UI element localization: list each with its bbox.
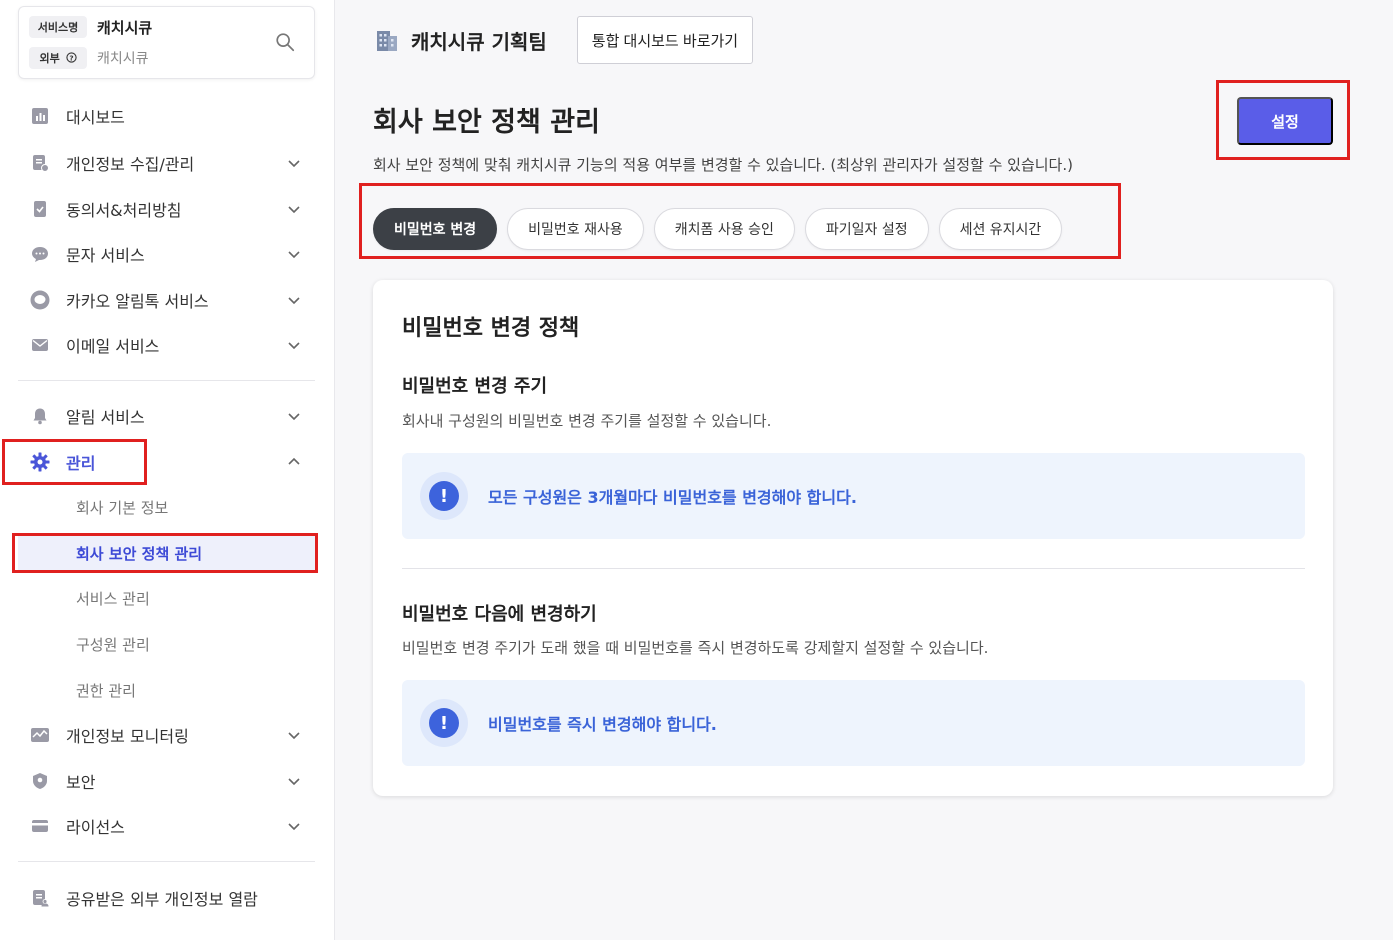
- sidebar-item-label: 라이선스: [66, 818, 125, 837]
- sidebar-subitem-company-info[interactable]: 회사 기본 정보: [18, 490, 315, 524]
- app: 서비스명 캐치시큐 외부 ? 캐치시큐 대시보드 개인정보 수집/관리 동의서&…: [0, 0, 1393, 940]
- topbar: 캐치시큐 기획팀 통합 대시보드 바로가기: [373, 16, 754, 64]
- sidebar-item-label: 카카오 알림톡 서비스: [66, 292, 209, 311]
- chevron-down-icon: [288, 823, 300, 831]
- main-content: 캐치시큐 기획팀 통합 대시보드 바로가기 회사 보안 정책 관리 회사 보안 …: [335, 0, 1393, 940]
- chevron-down-icon: [288, 413, 300, 421]
- tab-catchform-approval[interactable]: 캐치폼 사용 승인: [653, 208, 795, 250]
- sidebar-item-alarm[interactable]: 알림 서비스: [18, 396, 315, 436]
- chat-bubble-icon: [30, 244, 50, 264]
- sidebar-item-manage[interactable]: 관리: [18, 442, 315, 482]
- info-text-change-later: 비밀번호를 즉시 변경해야 합니다.: [488, 715, 717, 734]
- card-icon: [30, 816, 50, 836]
- search-icon[interactable]: [274, 31, 296, 53]
- section-desc-change-cycle: 회사내 구성원의 비밀번호 변경 주기를 설정할 수 있습니다.: [402, 412, 772, 430]
- kakao-talk-icon: [30, 290, 50, 310]
- dashboard-shortcut-button[interactable]: 통합 대시보드 바로가기: [576, 16, 754, 64]
- chevron-down-icon: [288, 732, 300, 740]
- card-title: 비밀번호 변경 정책: [402, 316, 580, 341]
- chevron-down-icon: [288, 342, 300, 350]
- tab-session-timeout[interactable]: 세션 유지시간: [938, 208, 1063, 250]
- mail-icon: [30, 335, 50, 355]
- sidebar-item-label: 문자 서비스: [66, 246, 145, 265]
- chevron-down-icon: [288, 297, 300, 305]
- sidebar-item-license[interactable]: 라이선스: [18, 806, 315, 846]
- service-scope-row: 외부 ? 캐치시큐: [29, 47, 149, 69]
- svg-text:?: ?: [69, 53, 73, 62]
- chevron-down-icon: [288, 251, 300, 259]
- info-icon-glyph: !: [429, 481, 459, 511]
- service-scope-label: 외부: [39, 52, 60, 65]
- sidebar-item-email[interactable]: 이메일 서비스: [18, 325, 315, 365]
- sidebar-item-label: 동의서&처리방침: [66, 201, 182, 220]
- tab-password-change[interactable]: 비밀번호 변경: [373, 208, 498, 250]
- chevron-down-icon: [288, 160, 300, 168]
- service-scope-tag: 외부 ?: [29, 47, 87, 69]
- sidebar-item-security[interactable]: 보안: [18, 761, 315, 801]
- sidebar-item-monitoring[interactable]: 개인정보 모니터링: [18, 715, 315, 755]
- sidebar: 서비스명 캐치시큐 외부 ? 캐치시큐 대시보드 개인정보 수집/관리 동의서&…: [0, 0, 335, 940]
- service-sub: 캐치시큐: [97, 51, 149, 67]
- sidebar-item-dashboard[interactable]: 대시보드: [18, 96, 315, 136]
- info-text-change-cycle: 모든 구성원은 3개월마다 비밀번호를 변경해야 합니다.: [488, 488, 857, 507]
- team-name: 캐치시큐 기획팀: [411, 29, 547, 54]
- exclamation-icon: !: [420, 472, 468, 520]
- sidebar-item-consent[interactable]: 동의서&처리방침: [18, 189, 315, 229]
- sidebar-item-shared[interactable]: 공유받은 외부 개인정보 열람: [18, 878, 315, 918]
- service-name-row: 서비스명 캐치시큐: [29, 16, 152, 38]
- sidebar-item-label: 이메일 서비스: [66, 337, 160, 356]
- sidebar-subitem-permission-manage[interactable]: 권한 관리: [18, 673, 315, 707]
- card-divider: [402, 568, 1305, 569]
- help-circle-icon[interactable]: ?: [65, 52, 77, 63]
- sidebar-item-sms[interactable]: 문자 서비스: [18, 234, 315, 274]
- service-name-tag: 서비스명: [29, 16, 87, 38]
- sidebar-item-label: 보안: [66, 773, 96, 792]
- page-description: 회사 보안 정책에 맞춰 캐치시큐 기능의 적용 여부를 변경할 수 있습니다.…: [373, 156, 1073, 174]
- shield-icon: [30, 771, 50, 791]
- building-icon: [377, 31, 397, 51]
- document-gear-icon: [30, 153, 50, 173]
- service-selector[interactable]: 서비스명 캐치시큐 외부 ? 캐치시큐: [18, 6, 315, 79]
- service-name: 캐치시큐: [97, 18, 153, 37]
- sidebar-subitem-security-policy[interactable]: 회사 보안 정책 관리: [18, 536, 315, 570]
- info-icon-glyph: !: [429, 708, 459, 738]
- sidebar-subitem-service-manage[interactable]: 서비스 관리: [18, 581, 315, 615]
- sidebar-item-label: 개인정보 모니터링: [66, 727, 189, 746]
- policy-tabs: 비밀번호 변경 비밀번호 재사용 캐치폼 사용 승인 파기일자 설정 세션 유지…: [373, 208, 1072, 250]
- policy-card: 비밀번호 변경 정책 비밀번호 변경 주기 회사내 구성원의 비밀번호 변경 주…: [373, 280, 1333, 796]
- section-desc-change-later: 비밀번호 변경 주기가 도래 했을 때 비밀번호를 즉시 변경하도록 강제할지 …: [402, 639, 989, 657]
- sidebar-item-label: 공유받은 외부 개인정보 열람: [66, 890, 258, 909]
- sidebar-subitem-member-manage[interactable]: 구성원 관리: [18, 627, 315, 661]
- sidebar-divider: [18, 861, 315, 862]
- page-title: 회사 보안 정책 관리: [373, 107, 600, 138]
- tab-destruction-date[interactable]: 파기일자 설정: [804, 208, 929, 250]
- gear-icon: [30, 452, 50, 472]
- sidebar-item-privacy-collect[interactable]: 개인정보 수집/관리: [18, 143, 315, 183]
- chevron-down-icon: [288, 778, 300, 786]
- setting-button[interactable]: 설정: [1237, 97, 1333, 145]
- section-title-change-later: 비밀번호 다음에 변경하기: [402, 604, 597, 625]
- document-check-icon: [30, 199, 50, 219]
- bell-icon: [30, 406, 50, 426]
- sidebar-item-label: 알림 서비스: [66, 408, 145, 427]
- sidebar-item-label: 개인정보 수집/관리: [66, 155, 195, 174]
- chevron-up-icon: [288, 457, 300, 465]
- sidebar-item-label: 관리: [66, 454, 96, 473]
- info-box-change-later: ! 비밀번호를 즉시 변경해야 합니다.: [402, 680, 1305, 766]
- tab-password-reuse[interactable]: 비밀번호 재사용: [507, 208, 644, 250]
- monitor-chart-icon: [30, 725, 50, 745]
- info-box-change-cycle: ! 모든 구성원은 3개월마다 비밀번호를 변경해야 합니다.: [402, 453, 1305, 539]
- document-person-icon: [30, 888, 50, 908]
- sidebar-item-label: 대시보드: [66, 108, 125, 127]
- exclamation-icon: !: [420, 699, 468, 747]
- sidebar-divider: [18, 380, 315, 381]
- section-title-change-cycle: 비밀번호 변경 주기: [402, 376, 548, 397]
- chart-icon: [30, 106, 50, 126]
- chevron-down-icon: [288, 206, 300, 214]
- sidebar-item-kakao[interactable]: 카카오 알림톡 서비스: [18, 280, 315, 320]
